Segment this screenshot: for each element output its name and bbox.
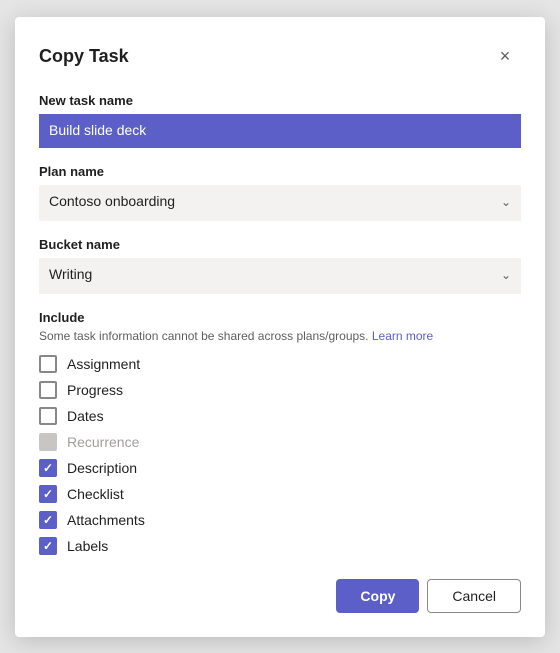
checkbox-label-checklist: Checklist — [67, 486, 124, 502]
checkbox-label-progress: Progress — [67, 382, 123, 398]
dialog-header: Copy Task × — [39, 41, 521, 73]
checkbox-box-assignment[interactable] — [39, 355, 57, 373]
task-name-field-group: New task name Build slide deck — [39, 93, 521, 148]
copy-button[interactable]: Copy — [336, 579, 419, 613]
include-note: Some task information cannot be shared a… — [39, 329, 521, 343]
checkbox-label-description: Description — [67, 460, 137, 476]
cancel-button[interactable]: Cancel — [427, 579, 521, 613]
checkbox-item-description[interactable]: ✓ Description — [39, 459, 521, 477]
dialog-overlay: Copy Task × New task name Build slide de… — [0, 0, 560, 653]
include-section: Include Some task information cannot be … — [39, 310, 521, 555]
bucket-name-field-group: Bucket name Writing ⌄ — [39, 237, 521, 294]
task-name-input-wrapper: Build slide deck — [39, 114, 521, 148]
checkbox-item-checklist[interactable]: ✓ Checklist — [39, 485, 521, 503]
checkbox-label-attachments: Attachments — [67, 512, 145, 528]
checkbox-label-assignment: Assignment — [67, 356, 140, 372]
checkbox-box-recurrence — [39, 433, 57, 451]
checkbox-box-attachments[interactable]: ✓ — [39, 511, 57, 529]
plan-name-dropdown-wrapper: Contoso onboarding ⌄ — [39, 185, 521, 221]
checkbox-box-dates[interactable] — [39, 407, 57, 425]
close-button[interactable]: × — [489, 41, 521, 73]
bucket-name-dropdown[interactable]: Writing — [39, 258, 521, 292]
checkbox-box-checklist[interactable]: ✓ — [39, 485, 57, 503]
learn-more-link[interactable]: Learn more — [372, 329, 433, 343]
plan-name-field-group: Plan name Contoso onboarding ⌄ — [39, 164, 521, 221]
checkbox-item-labels[interactable]: ✓ Labels — [39, 537, 521, 555]
checkbox-box-progress[interactable] — [39, 381, 57, 399]
checkbox-box-description[interactable]: ✓ — [39, 459, 57, 477]
bucket-name-label: Bucket name — [39, 237, 521, 252]
checkbox-item-progress[interactable]: Progress — [39, 381, 521, 399]
copy-task-dialog: Copy Task × New task name Build slide de… — [15, 17, 545, 637]
checkbox-label-labels: Labels — [67, 538, 108, 554]
include-label: Include — [39, 310, 521, 325]
checkbox-item-assignment[interactable]: Assignment — [39, 355, 521, 373]
checkbox-box-labels[interactable]: ✓ — [39, 537, 57, 555]
bucket-name-dropdown-wrapper: Writing ⌄ — [39, 258, 521, 294]
dialog-title: Copy Task — [39, 46, 129, 67]
dialog-footer: Copy Cancel — [39, 579, 521, 613]
checkbox-label-dates: Dates — [67, 408, 104, 424]
checkbox-item-dates[interactable]: Dates — [39, 407, 521, 425]
checkbox-label-recurrence: Recurrence — [67, 434, 139, 450]
plan-name-dropdown[interactable]: Contoso onboarding — [39, 185, 521, 219]
plan-name-label: Plan name — [39, 164, 521, 179]
checkbox-item-recurrence: Recurrence — [39, 433, 521, 451]
checkbox-item-attachments[interactable]: ✓ Attachments — [39, 511, 521, 529]
checkbox-list: Assignment Progress Dates Recurrence ✓ Descri… — [39, 355, 521, 555]
include-note-text: Some task information cannot be shared a… — [39, 329, 369, 343]
task-name-input[interactable]: Build slide deck — [39, 114, 521, 146]
task-name-label: New task name — [39, 93, 521, 108]
